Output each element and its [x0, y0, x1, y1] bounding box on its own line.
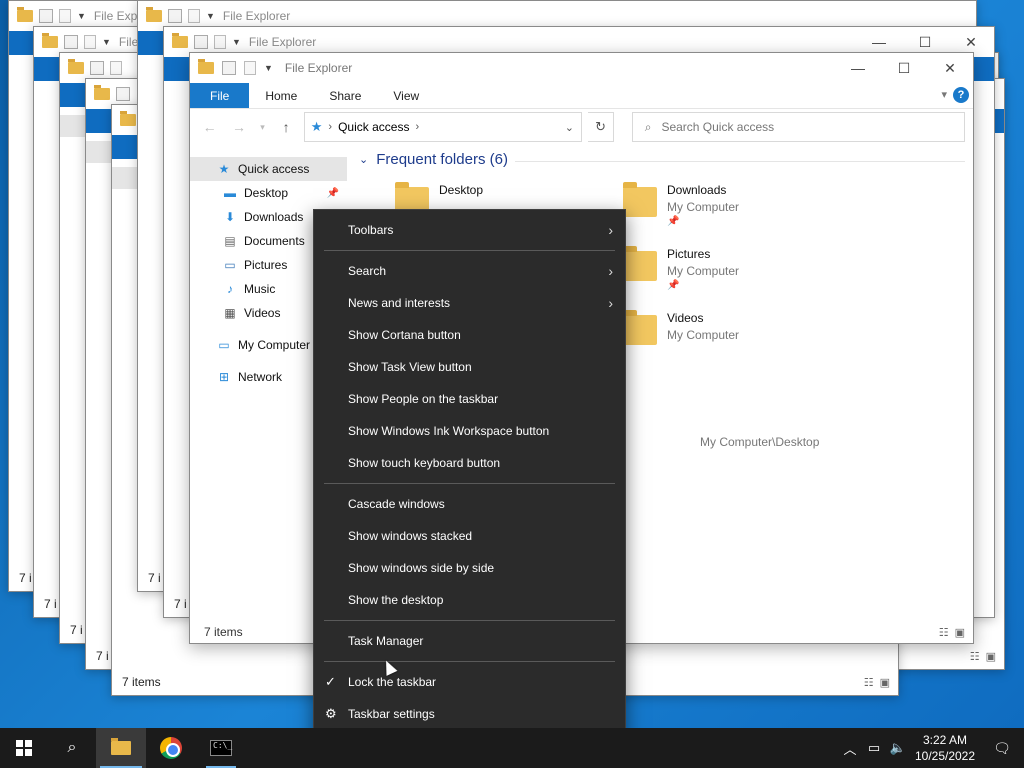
search-button[interactable]: ⌕	[48, 728, 96, 768]
menu-item-show-task-view[interactable]: Show Task View button	[314, 351, 625, 383]
film-icon: ▦	[224, 306, 236, 320]
search-placeholder: Search Quick access	[661, 120, 775, 134]
gear-icon: ⚙	[325, 706, 337, 721]
window-title: File Explorer	[284, 61, 353, 75]
large-icons-view-icon[interactable]: ▣	[955, 626, 965, 639]
menu-item-taskbar-settings[interactable]: ⚙ Taskbar settings	[314, 698, 625, 730]
recent-locations-icon[interactable]: ▾	[257, 122, 269, 133]
frequent-folders-header[interactable]: ⌄ Frequent folders (6)	[359, 151, 508, 168]
picture-icon: ▭	[224, 258, 236, 272]
pin-icon: 📌	[667, 280, 680, 291]
breadcrumb-chevron-icon[interactable]: ›	[328, 121, 332, 133]
sidebar-item-quick-access[interactable]: ★ Quick access	[190, 157, 347, 181]
chrome-icon	[160, 737, 182, 759]
system-tray: ︿ ▭ 🔈 3:22 AM 10/25/2022 🗨	[838, 728, 1024, 768]
terminal-icon: C:\_	[210, 740, 232, 756]
checkmark-icon: ✓	[325, 674, 336, 689]
menu-item-cascade-windows[interactable]: Cascade windows	[314, 488, 625, 520]
new-folder-icon[interactable]	[244, 61, 256, 75]
status-item-count: 7 items	[204, 625, 243, 639]
menu-item-show-cortana[interactable]: Show Cortana button	[314, 319, 625, 351]
help-icon[interactable]: ?	[953, 87, 969, 103]
star-icon: ★	[218, 162, 230, 176]
menu-separator	[324, 250, 615, 251]
pictures-folder-icon	[623, 246, 657, 281]
menu-item-show-desktop[interactable]: Show the desktop	[314, 584, 625, 616]
taskbar-file-explorer[interactable]	[96, 728, 146, 768]
file-explorer-icon	[111, 738, 131, 755]
up-arrow-icon[interactable]: ↑	[274, 119, 297, 135]
start-button[interactable]	[0, 728, 48, 768]
taskbar-chrome[interactable]	[146, 728, 196, 768]
pin-icon: 📌	[326, 187, 339, 199]
properties-icon[interactable]	[222, 61, 236, 75]
search-input[interactable]: ⌕ Search Quick access	[631, 112, 965, 142]
submenu-arrow-icon: ›	[608, 263, 613, 279]
menu-item-search[interactable]: Search ›	[314, 255, 625, 287]
sidebar-item-desktop[interactable]: ▬ Desktop 📌	[190, 181, 347, 205]
network-icon[interactable]: ▭	[862, 740, 886, 756]
breadcrumb-quick-access[interactable]: Quick access	[338, 120, 409, 134]
maximize-button[interactable]: ☐	[881, 53, 927, 83]
volume-icon[interactable]: 🔈	[886, 740, 910, 756]
breadcrumb-chevron-icon[interactable]: ›	[415, 121, 419, 133]
close-button[interactable]: ✕	[927, 53, 973, 83]
menu-item-show-people[interactable]: Show People on the taskbar	[314, 383, 625, 415]
pin-icon: 📌	[667, 216, 680, 227]
menu-item-show-ink-workspace[interactable]: Show Windows Ink Workspace button	[314, 415, 625, 447]
recent-file-path[interactable]: My Computer\Desktop	[700, 435, 819, 449]
tab-file[interactable]: File	[190, 83, 250, 108]
notification-icon[interactable]: 🗨	[980, 740, 1024, 757]
folder-tile-pictures[interactable]: Pictures My Computer 📌	[623, 246, 739, 291]
menu-item-windows-stacked[interactable]: Show windows stacked	[314, 520, 625, 552]
details-view-icon[interactable]: ☷	[939, 626, 949, 639]
search-icon: ⌕	[644, 119, 652, 134]
folder-tile-videos[interactable]: Videos My Computer	[623, 310, 739, 345]
network-icon: ⊞	[218, 370, 230, 384]
menu-item-show-touch-keyboard[interactable]: Show touch keyboard button	[314, 447, 625, 479]
desktop-icon: ▬	[224, 186, 236, 200]
address-bar[interactable]: ★ › Quick access › ⌄	[303, 112, 583, 142]
computer-icon: ▭	[218, 338, 230, 352]
menu-item-task-manager[interactable]: Task Manager	[314, 625, 625, 657]
menu-item-windows-side-by-side[interactable]: Show windows side by side	[314, 552, 625, 584]
submenu-arrow-icon: ›	[608, 222, 613, 238]
menu-separator	[324, 483, 615, 484]
download-arrow-icon: ⬇	[224, 210, 236, 224]
address-dropdown-icon[interactable]: ⌄	[557, 113, 581, 141]
chevron-down-icon: ⌄	[359, 154, 369, 166]
document-icon: ▤	[224, 234, 236, 248]
tab-view[interactable]: View	[377, 83, 435, 108]
menu-item-toolbars[interactable]: Toolbars ›	[314, 214, 625, 246]
tab-share[interactable]: Share	[313, 83, 377, 108]
search-icon: ⌕	[67, 739, 77, 756]
back-arrow-icon[interactable]: ←	[198, 119, 221, 135]
quick-access-star-icon: ★	[310, 119, 323, 134]
menu-item-lock-taskbar[interactable]: ✓ Lock the taskbar	[314, 666, 625, 698]
expand-ribbon-icon[interactable]: ▾	[941, 88, 947, 101]
clock[interactable]: 3:22 AM 10/25/2022	[910, 732, 980, 764]
refresh-button[interactable]: ↻	[588, 112, 614, 142]
folder-icon	[198, 59, 214, 74]
tab-home[interactable]: Home	[249, 83, 313, 108]
customize-quick-toolbar-icon[interactable]: ▼	[264, 63, 273, 73]
menu-separator	[324, 661, 615, 662]
ribbon-tabs: File Home Share View ▾ ?	[190, 83, 973, 109]
music-note-icon: ♪	[227, 282, 233, 296]
navigation-bar: ← → ▾ ↑ ★ › Quick access › ⌄ ↻ ⌕ Search …	[190, 109, 973, 145]
forward-arrow-icon[interactable]: →	[227, 119, 250, 135]
folder-tile-downloads[interactable]: Downloads My Computer 📌	[623, 182, 739, 227]
windows-logo-icon	[16, 740, 32, 756]
videos-folder-icon	[623, 310, 657, 345]
minimize-button[interactable]: —	[835, 53, 881, 83]
submenu-arrow-icon: ›	[608, 295, 613, 311]
downloads-folder-icon	[623, 182, 657, 217]
menu-item-news-and-interests[interactable]: News and interests ›	[314, 287, 625, 319]
chevron-up-icon[interactable]: ︿	[838, 739, 862, 758]
taskbar-context-menu: Toolbars › Search › News and interests › Sh…	[313, 209, 626, 743]
taskbar-terminal[interactable]: C:\_	[196, 728, 246, 768]
menu-separator	[324, 620, 615, 621]
taskbar[interactable]: ⌕ C:\_ ︿ ▭ 🔈 3:22 AM 10/25/2022 🗨	[0, 728, 1024, 768]
